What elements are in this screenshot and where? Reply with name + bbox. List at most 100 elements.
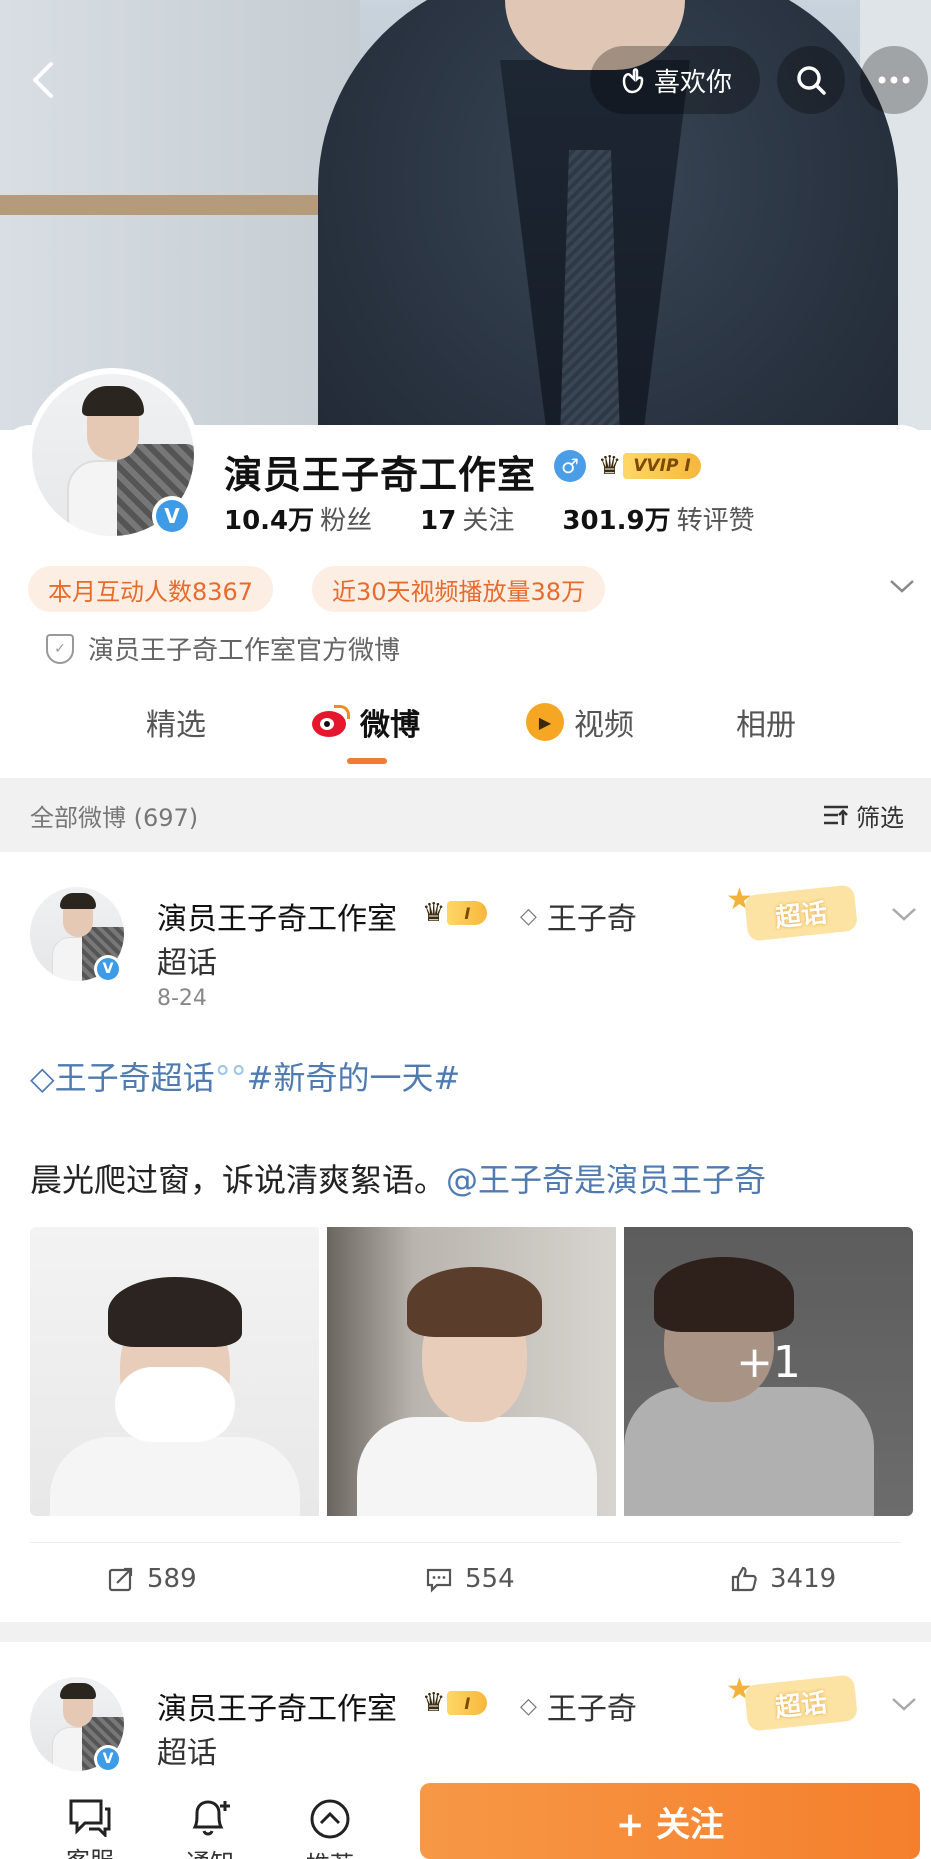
post-author[interactable]: 演员王子奇工作室 — [157, 1684, 397, 1728]
post-photo[interactable] — [30, 1227, 319, 1516]
repost-button[interactable]: 589 — [107, 1564, 197, 1594]
comment-count: 554 — [465, 1564, 515, 1594]
supertopic-badge-label: 超话 — [743, 1674, 859, 1732]
search-icon — [797, 66, 826, 95]
active-tab-indicator — [347, 758, 387, 764]
tab-featured[interactable]: 精选 — [146, 700, 206, 744]
shield-icon: ✓ — [46, 633, 74, 664]
supertopic-badge-label: 超话 — [743, 884, 859, 942]
verified-badge: V — [152, 496, 192, 536]
all-weibo-count: 全部微博 (697) — [30, 803, 199, 832]
official-text: 演员王子奇工作室官方微博 — [88, 636, 401, 666]
supertopic-badge[interactable]: ★ 超话 — [726, 882, 866, 942]
tab-featured-label: 精选 — [146, 708, 206, 743]
repost-icon — [108, 1567, 133, 1592]
repost-count: 589 — [147, 1564, 197, 1594]
filter-bar: 全部微博 (697) 筛选 — [0, 778, 931, 852]
filter-button[interactable]: 筛选 — [822, 798, 904, 833]
post-body: 晨光爬过窗，诉说清爽絮语。@王子奇是演员王子奇 — [30, 1155, 766, 1201]
supertopic-link[interactable]: 王子奇超话 — [55, 1059, 215, 1097]
member-tag: I — [447, 1691, 488, 1715]
vvip-badge[interactable]: ♛ VVIP I — [598, 450, 701, 482]
crown-icon: ♛ — [422, 898, 446, 928]
more-dots-icon — [878, 76, 910, 84]
supertopic-suffix[interactable]: 超话 — [157, 938, 217, 982]
post-supertopic[interactable]: ◇ 王子奇 — [520, 1684, 637, 1728]
post-supertopic[interactable]: ◇ 王子奇 — [520, 894, 637, 938]
comment-button[interactable]: 554 — [425, 1564, 515, 1594]
hashtag-link[interactable]: #新奇的一天# — [247, 1059, 461, 1097]
like-label: 喜欢你 — [653, 67, 732, 98]
chevron-down-icon[interactable] — [888, 572, 916, 602]
follow-button[interactable]: + 关注 — [420, 1783, 920, 1859]
tab-video[interactable]: ▶ 视频 — [526, 700, 634, 744]
filter-icon — [824, 805, 848, 825]
post-divider — [30, 1542, 901, 1543]
post-member-badge: ♛ I — [422, 898, 488, 928]
post-body-text: 晨光爬过窗，诉说清爽絮语。 — [30, 1161, 447, 1199]
mention-link[interactable]: @王子奇是演员王子奇 — [446, 1161, 766, 1199]
recommend-button[interactable]: 推荐 — [295, 1797, 365, 1859]
supertopic-badge[interactable]: ★ 超话 — [726, 1672, 866, 1732]
stat-following[interactable]: 17 关注 — [420, 500, 514, 537]
chat-bubble-icon — [69, 1799, 111, 1837]
supertopic-name: 王子奇 — [546, 1692, 637, 1727]
hand-heart-icon — [622, 68, 644, 94]
tab-weibo[interactable]: 微博 — [310, 700, 420, 744]
weibo-post: V 演员王子奇工作室 ♛ I ◇ 王子奇 超话 8-24 ★ 超话 ◇王子奇超话… — [0, 852, 931, 1622]
like-post-button[interactable]: 3419 — [730, 1564, 836, 1594]
post-photo-grid: +1 — [30, 1227, 913, 1516]
bell-plus-icon — [192, 1800, 230, 1836]
diamond-icon: ◇ — [520, 903, 537, 929]
banner-shelf — [0, 195, 320, 215]
thumbs-up-icon — [731, 1566, 757, 1592]
bottom-action-bar: 客服 通知 推荐 + 关注 — [0, 1775, 931, 1859]
search-button[interactable] — [777, 46, 845, 114]
profile-name: 演员王子奇工作室 — [224, 453, 537, 497]
verified-v-icon: V — [156, 500, 188, 532]
video-play-icon: ▶ — [526, 703, 564, 741]
diamond-icon: ◇ — [30, 1059, 55, 1097]
verified-v-icon: V — [97, 958, 119, 980]
profile-tabs: 精选 微博 ▶ 视频 相册 — [0, 700, 931, 770]
like-count: 3419 — [770, 1564, 837, 1594]
chevron-up-circle-icon — [310, 1799, 350, 1839]
post-menu-chevron-icon[interactable] — [890, 1690, 918, 1720]
customer-service-button[interactable]: 客服 — [55, 1797, 125, 1859]
verified-v-icon: V — [97, 1748, 119, 1770]
notify-label: 通知 — [186, 1843, 234, 1859]
member-tag: I — [447, 901, 488, 925]
vvip-tag: VVIP I — [623, 453, 701, 479]
post-menu-chevron-icon[interactable] — [890, 900, 918, 930]
more-photos-count: +1 — [736, 1337, 801, 1388]
more-button[interactable] — [860, 46, 928, 114]
post-separator — [0, 1622, 931, 1642]
tab-album-label: 相册 — [736, 708, 796, 743]
post-photo[interactable]: +1 — [624, 1227, 913, 1516]
weibo-logo-icon — [310, 705, 350, 739]
post-verified-badge: V — [94, 1745, 122, 1773]
bubbles-icon: °° — [214, 1059, 247, 1097]
diamond-icon: ◇ — [520, 1693, 537, 1719]
like-button[interactable]: 喜欢你 — [590, 46, 760, 114]
stat-interactions[interactable]: 301.9万 转评赞 — [562, 500, 754, 537]
video-plays-pill[interactable]: 近30天视频播放量38万 — [312, 566, 606, 612]
male-gender-icon: ♂ — [554, 450, 586, 482]
post-verified-badge: V — [94, 955, 122, 983]
tab-video-label: 视频 — [574, 708, 634, 743]
post-author[interactable]: 演员王子奇工作室 — [157, 894, 397, 938]
post-topic-line: ◇王子奇超话°°#新奇的一天# — [30, 1052, 910, 1104]
notify-button[interactable]: 通知 — [175, 1797, 245, 1859]
supertopic-suffix[interactable]: 超话 — [157, 1728, 217, 1772]
tab-album[interactable]: 相册 — [736, 700, 796, 744]
official-description: ✓ 演员王子奇工作室官方微博 — [46, 630, 400, 667]
post-actions: 589 554 3419 — [0, 1552, 931, 1612]
back-button[interactable] — [10, 46, 78, 114]
post-date: 8-24 — [157, 986, 207, 1011]
tab-weibo-label: 微博 — [360, 708, 420, 743]
recommend-label: 推荐 — [306, 1845, 354, 1859]
monthly-interaction-pill[interactable]: 本月互动人数8367 — [28, 566, 274, 612]
stat-followers[interactable]: 10.4万 粉丝 — [224, 500, 372, 537]
crown-icon: ♛ — [422, 1688, 446, 1718]
post-photo[interactable] — [327, 1227, 616, 1516]
